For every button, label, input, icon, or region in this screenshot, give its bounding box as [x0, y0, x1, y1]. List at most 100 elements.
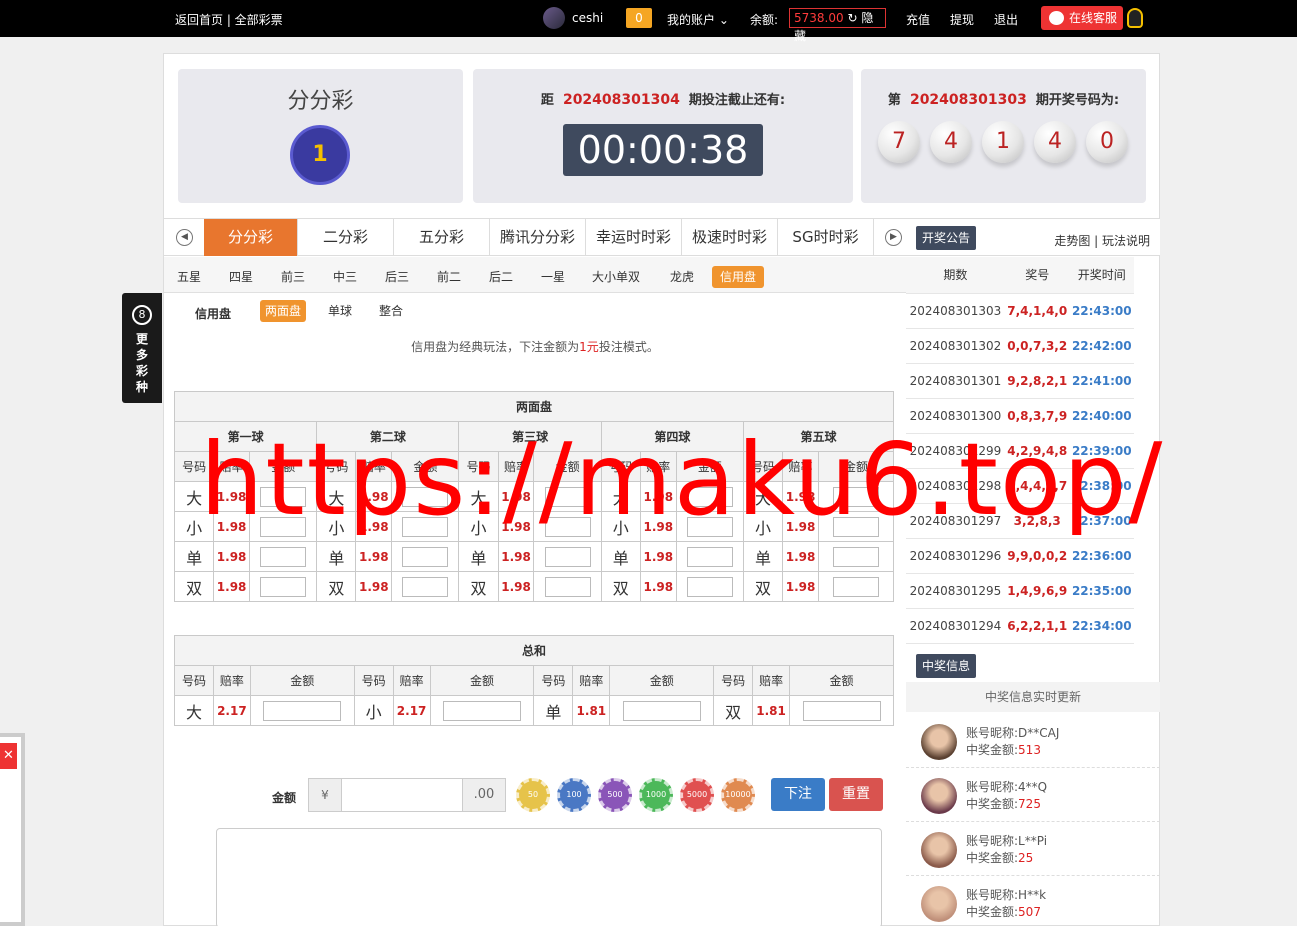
- amount-suffix: .00: [462, 778, 506, 812]
- bet-amount-input[interactable]: [260, 546, 307, 567]
- lottery-tabs: ◀ 分分彩 二分彩 五分彩 腾讯分分彩 幸运时时彩 极速时时彩 SG时时彩 ▶: [164, 218, 906, 256]
- play-tab[interactable]: 一星: [541, 266, 565, 288]
- account-menu[interactable]: 我的账户 ⌄: [667, 11, 729, 28]
- bet-amount-input[interactable]: [686, 546, 733, 567]
- qq-icon[interactable]: [1127, 8, 1143, 28]
- winner-amount-label: 中奖金额:: [966, 851, 1019, 865]
- chip-1000-icon[interactable]: 1000: [639, 778, 673, 812]
- play-tab[interactable]: 大小单双: [592, 266, 640, 288]
- more-lotteries-widget[interactable]: 8 更多彩种: [122, 293, 162, 403]
- column-header: 赔率: [212, 665, 251, 696]
- play-tab[interactable]: 中三: [333, 266, 357, 288]
- sum-amount-input[interactable]: [622, 700, 701, 721]
- mode-combined[interactable]: 整合: [374, 300, 408, 322]
- winner-amount-line: 中奖金额:25: [966, 849, 1033, 866]
- close-icon[interactable]: ✕: [0, 743, 17, 769]
- tab-erfencai[interactable]: 二分彩: [298, 219, 394, 256]
- bet-odds: 1.98: [639, 541, 677, 572]
- sum-amount-input[interactable]: [263, 700, 342, 721]
- column-header: 号码: [174, 665, 214, 696]
- bet-amount-input[interactable]: [544, 546, 591, 567]
- bet-amount-input[interactable]: [544, 576, 591, 597]
- withdraw-link[interactable]: 提现: [950, 11, 974, 28]
- logout-link[interactable]: 退出: [994, 11, 1018, 28]
- trend-links[interactable]: 走势图 | 玩法说明: [1054, 232, 1150, 249]
- tab-tencent[interactable]: 腾讯分分彩: [490, 219, 586, 256]
- play-tab-credit[interactable]: 信用盘: [712, 266, 765, 288]
- bet-amount-cell: [675, 541, 744, 572]
- message-count-badge[interactable]: 0: [626, 8, 652, 28]
- recharge-link[interactable]: 充值: [906, 11, 930, 28]
- winner-name-line: 账号昵称:D**CAJ: [966, 724, 1059, 741]
- home-links[interactable]: 返回首页 | 全部彩票: [175, 11, 283, 28]
- history-col-issue: 期数: [906, 257, 1005, 294]
- bet-amount-input[interactable]: [686, 576, 733, 597]
- desc-post: 投注模式。: [598, 340, 659, 354]
- reset-button[interactable]: 重置: [829, 778, 883, 811]
- chip-100-icon[interactable]: 100: [557, 778, 591, 812]
- chip-500-icon[interactable]: 500: [598, 778, 632, 812]
- amount-input[interactable]: [341, 778, 463, 812]
- username[interactable]: ceshi: [572, 11, 603, 25]
- play-tab[interactable]: 五星: [177, 266, 201, 288]
- tab-wufencai[interactable]: 五分彩: [394, 219, 490, 256]
- bet-amount-input[interactable]: [402, 546, 449, 567]
- result-ball: 7: [878, 121, 920, 163]
- user-avatar[interactable]: [543, 7, 565, 29]
- winner-item: 账号昵称:4**Q 中奖金额:725: [906, 768, 1160, 822]
- arrow-left-icon[interactable]: ◀: [176, 229, 193, 246]
- play-tab[interactable]: 前三: [281, 266, 305, 288]
- tab-speed[interactable]: 极速时时彩: [682, 219, 778, 256]
- history-issue: 202408301295: [906, 573, 1005, 609]
- bet-list-area[interactable]: [216, 828, 882, 926]
- sum-code: 大: [174, 695, 214, 726]
- bet-amount-input[interactable]: [832, 546, 879, 567]
- bet-amount-input[interactable]: [832, 576, 879, 597]
- sum-odds: 1.81: [572, 695, 611, 726]
- submit-bet-button[interactable]: 下注: [771, 778, 825, 811]
- refresh-icon[interactable]: ↻: [847, 11, 857, 25]
- history-code: 9,2,8,2,1: [1004, 363, 1070, 399]
- sum-amount-input[interactable]: [802, 700, 881, 721]
- winner-name-line: 账号昵称:L**Pi: [966, 832, 1047, 849]
- winner-name-label: 账号昵称:: [966, 780, 1019, 794]
- history-time: 22:36:00: [1069, 538, 1134, 574]
- countdown-suffix: 期投注截止还有:: [688, 93, 786, 108]
- bet-amount-cell: [248, 571, 318, 602]
- chip-10000-icon[interactable]: 10000: [721, 778, 755, 812]
- sum-title: 总和: [174, 635, 894, 666]
- chip-5000-icon[interactable]: 5000: [680, 778, 714, 812]
- play-tab[interactable]: 前二: [437, 266, 461, 288]
- bet-odds: 1.98: [639, 571, 677, 602]
- winner-avatar: [921, 832, 957, 868]
- winner-name: D**CAJ: [1018, 726, 1060, 740]
- history-issue: 202408301303: [906, 293, 1005, 329]
- history-code: 1,4,9,6,9: [1004, 573, 1070, 609]
- bet-amount-input[interactable]: [260, 576, 307, 597]
- desc-pre: 信用盘为经典玩法，下注金额为: [411, 340, 580, 354]
- bet-code: 单: [173, 541, 215, 572]
- bet-amount-cell: [248, 541, 318, 572]
- online-service-button[interactable]: 在线客服: [1041, 6, 1123, 30]
- winners-badge: 中奖信息: [916, 654, 977, 678]
- result-ball: 1: [982, 121, 1024, 163]
- tab-sg[interactable]: SG时时彩: [778, 219, 874, 256]
- mode-single-ball[interactable]: 单球: [323, 300, 357, 322]
- history-time: 22:34:00: [1069, 608, 1134, 644]
- arrow-right-icon[interactable]: ▶: [885, 229, 902, 246]
- winner-name-label: 账号昵称:: [966, 888, 1019, 902]
- play-tab[interactable]: 后二: [489, 266, 513, 288]
- bet-amount-input[interactable]: [402, 576, 449, 597]
- bet-code: 单: [316, 541, 357, 572]
- sum-amount-input[interactable]: [443, 700, 522, 721]
- play-tab[interactable]: 后三: [385, 266, 409, 288]
- chip-50-icon[interactable]: 50: [516, 778, 550, 812]
- winner-amount-label: 中奖金额:: [966, 797, 1019, 811]
- history-row: 202408301302 0,0,7,3,2 22:42:00: [906, 328, 1134, 364]
- history-time: 22:43:00: [1069, 293, 1134, 329]
- tab-lucky[interactable]: 幸运时时彩: [586, 219, 682, 256]
- mode-two-sides[interactable]: 两面盘: [260, 300, 307, 322]
- play-tab[interactable]: 四星: [229, 266, 253, 288]
- play-tab[interactable]: 龙虎: [670, 266, 694, 288]
- tab-fenfencai[interactable]: 分分彩: [204, 219, 298, 256]
